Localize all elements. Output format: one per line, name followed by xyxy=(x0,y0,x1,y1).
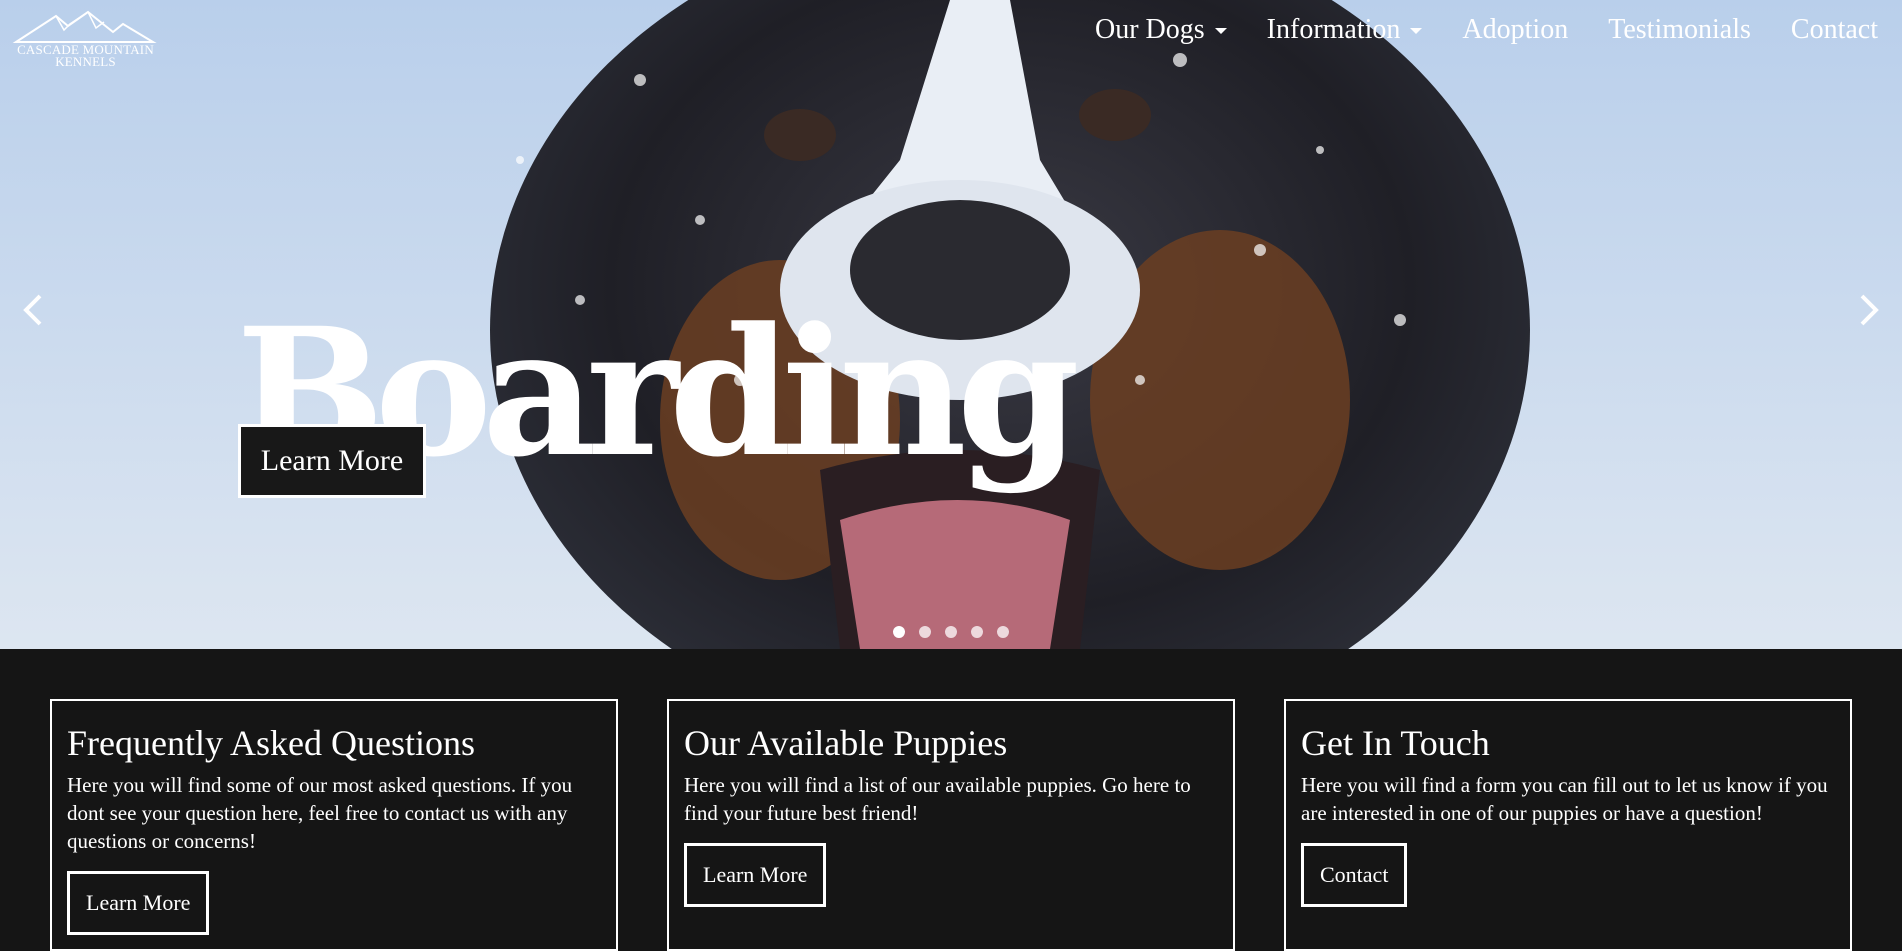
main-nav: Our Dogs Information Adoption Testimonia… xyxy=(1095,14,1878,46)
nav-our-dogs[interactable]: Our Dogs xyxy=(1095,14,1227,46)
card-contact-text: Here you will find a form you can fill o… xyxy=(1301,773,1828,825)
card-faq-title: Frequently Asked Questions xyxy=(67,723,475,763)
card-puppies-text: Here you will find a list of our availab… xyxy=(684,773,1191,825)
card-faq-learn-more-button[interactable]: Learn More xyxy=(67,871,210,935)
hero-carousel: CASCADE MOUNTAIN KENNELS Our Dogs Inform… xyxy=(0,0,1902,649)
chevron-left-icon[interactable] xyxy=(18,290,48,330)
nav-information[interactable]: Information xyxy=(1267,14,1423,46)
nav-adoption-label: Adoption xyxy=(1462,14,1569,45)
card-puppies-learn-more-button[interactable]: Learn More xyxy=(684,843,827,907)
carousel-dot-4[interactable] xyxy=(971,626,983,638)
carousel-dot-5[interactable] xyxy=(997,626,1009,638)
nav-contact-label: Contact xyxy=(1790,14,1878,45)
carousel-dot-1[interactable] xyxy=(893,626,905,638)
card-contact: Get In Touch Here you will find a form y… xyxy=(1284,699,1852,951)
carousel-indicators xyxy=(893,626,1009,638)
caret-down-icon xyxy=(1214,28,1227,34)
nav-testimonials-label: Testimonials xyxy=(1608,14,1751,45)
nav-information-label: Information xyxy=(1266,14,1401,45)
nav-testimonials[interactable]: Testimonials xyxy=(1608,14,1751,46)
nav-adoption[interactable]: Adoption xyxy=(1462,14,1568,46)
chevron-right-icon[interactable] xyxy=(1854,290,1884,330)
logo-text: CASCADE MOUNTAIN KENNELS xyxy=(8,43,163,69)
caret-down-icon xyxy=(1410,28,1423,34)
card-puppies-title: Our Available Puppies xyxy=(684,723,1008,763)
info-cards-section: Frequently Asked Questions Here you will… xyxy=(0,649,1902,951)
carousel-dot-3[interactable] xyxy=(945,626,957,638)
card-contact-title: Get In Touch xyxy=(1301,723,1490,763)
nav-contact[interactable]: Contact xyxy=(1791,14,1878,46)
carousel-dot-2[interactable] xyxy=(919,626,931,638)
card-puppies: Our Available Puppies Here you will find… xyxy=(667,699,1235,951)
hero-learn-more-button[interactable]: Learn More xyxy=(238,424,426,498)
logo-line-2: KENNELS xyxy=(55,54,116,69)
card-faq: Frequently Asked Questions Here you will… xyxy=(50,699,618,951)
site-logo[interactable]: CASCADE MOUNTAIN KENNELS xyxy=(8,10,163,70)
card-contact-button[interactable]: Contact xyxy=(1301,843,1408,907)
card-faq-text: Here you will find some of our most aske… xyxy=(67,773,573,853)
mountain-logo-icon xyxy=(12,10,157,43)
nav-our-dogs-label: Our Dogs xyxy=(1095,14,1205,45)
